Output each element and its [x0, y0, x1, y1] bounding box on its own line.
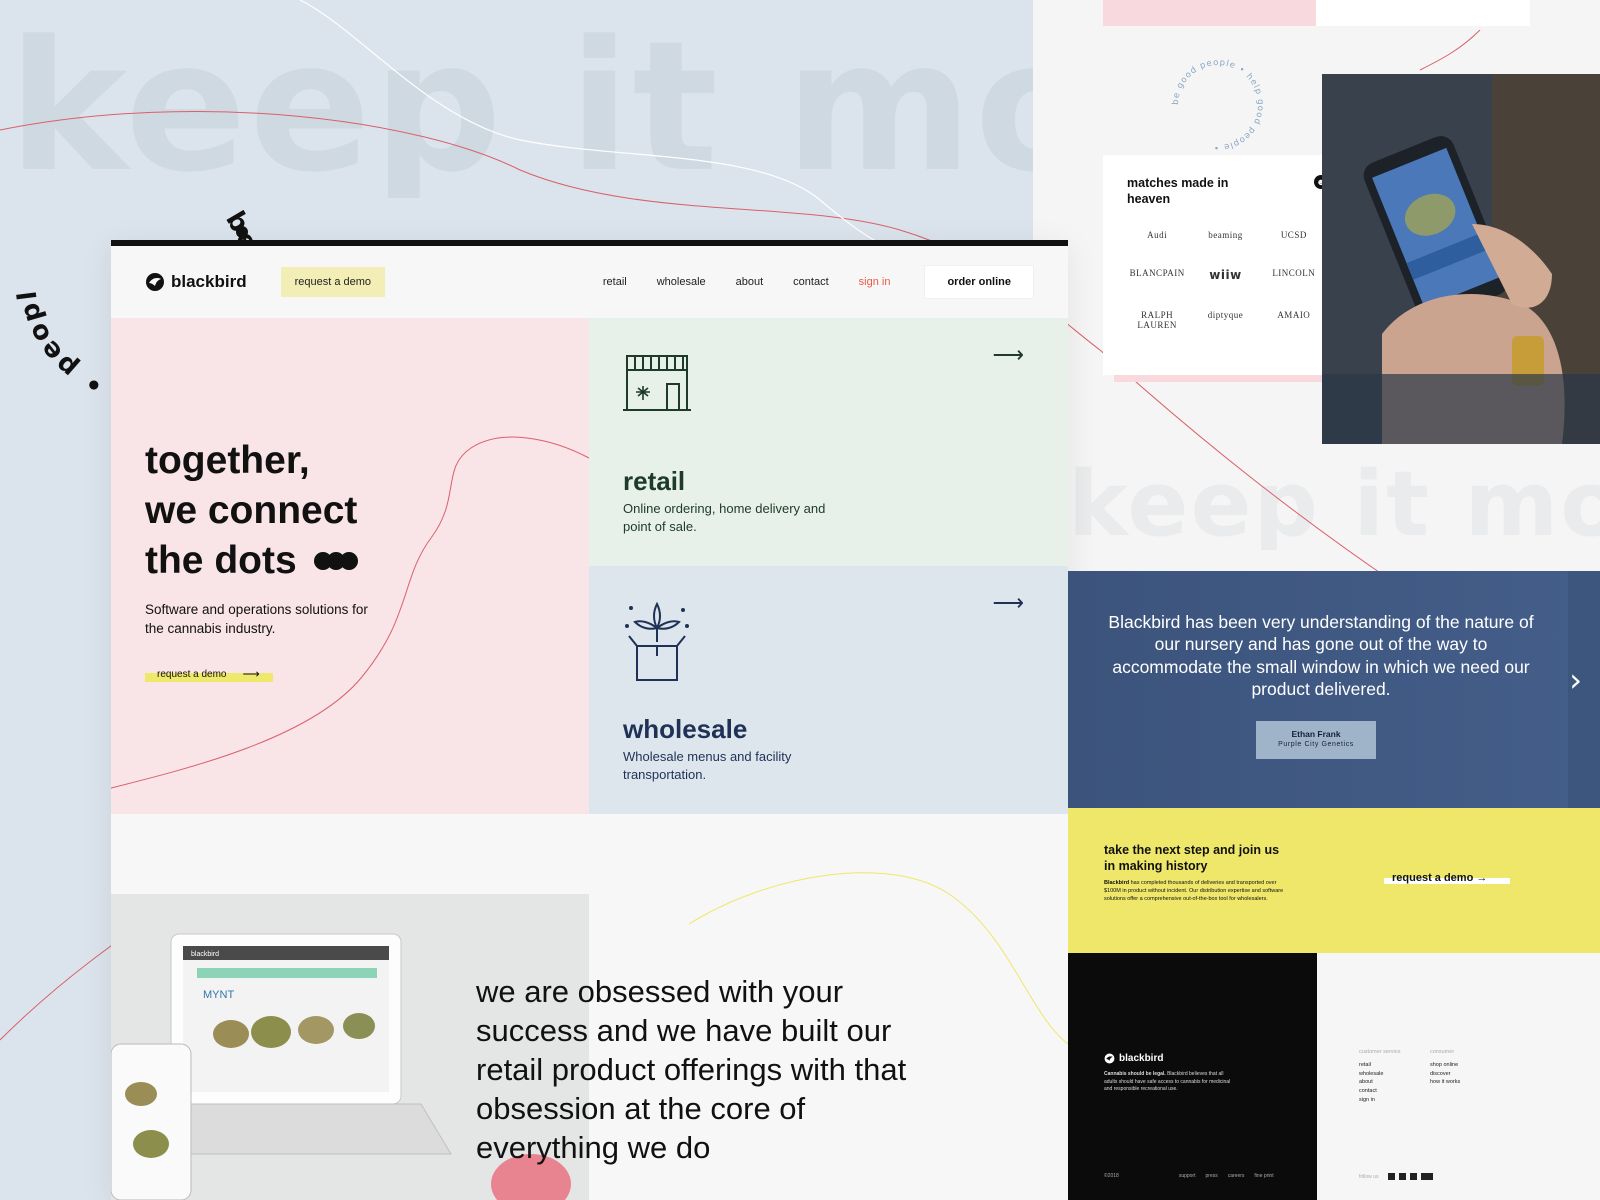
brand-lincoln: LINCOLN: [1272, 267, 1316, 278]
footer-col-consumer: consumer shop online discover how it wor…: [1430, 1048, 1460, 1087]
phone-in-hand-photo: [1322, 74, 1600, 444]
testimonial-author-company: Purple City Genetics: [1278, 741, 1354, 748]
footer-link-about[interactable]: about: [1359, 1078, 1401, 1087]
youtube-icon[interactable]: [1421, 1173, 1434, 1180]
nav-sign-in-link[interactable]: sign in: [859, 276, 891, 288]
svg-text:blackbird: blackbird: [191, 951, 219, 958]
hero-request-demo-button[interactable]: request a demo ⟶: [145, 666, 273, 682]
next-step-request-demo-button[interactable]: request a demo →: [1384, 872, 1510, 884]
twitter-icon[interactable]: [1399, 1173, 1407, 1180]
hero-section: together, we connect the dots Software a…: [111, 318, 1068, 814]
nav-link-contact[interactable]: contact: [793, 276, 828, 288]
main-nav: blackbird request a demo retail wholesal…: [111, 246, 1068, 318]
help-good-people-ring: be good people • help good people •: [1171, 58, 1265, 152]
footer-link-discover[interactable]: discover: [1430, 1070, 1460, 1079]
footer-copyright: ©2018: [1104, 1173, 1119, 1179]
wholesale-arrow-icon: ⟶: [992, 590, 1024, 615]
brand-ralph-lauren: RALPH LAUREN: [1137, 309, 1177, 330]
footer-link-fine-print[interactable]: fine print: [1254, 1173, 1273, 1179]
arrow-right-icon: ⟶: [242, 667, 260, 681]
footer-tagline: Cannabis should be legal. Blackbird beli…: [1104, 1071, 1234, 1094]
footer-bottom-links: ©2018 support press careers fine print: [1104, 1173, 1304, 1179]
obsessed-statement: we are obsessed with your success and we…: [476, 974, 907, 1166]
instagram-icon[interactable]: [1410, 1173, 1418, 1180]
box-leaf-icon: [625, 601, 689, 681]
footer-link-wholesale[interactable]: wholesale: [1359, 1070, 1401, 1079]
footer-brand-panel: blackbird Cannabis should be legal. Blac…: [1068, 953, 1317, 1200]
footer-link-press[interactable]: press: [1206, 1173, 1218, 1179]
nav-link-retail[interactable]: retail: [603, 276, 627, 288]
brand-name: blackbird: [171, 272, 247, 291]
wholesale-description: Wholesale menus and facility transportat…: [623, 749, 792, 783]
brand-logo-grid: Audi beaming UCSD BLANCPAIN wiiw LINCOLN…: [1127, 230, 1324, 330]
brand-ucsd: UCSD: [1280, 229, 1307, 240]
storefront-icon: [623, 355, 691, 411]
testimonial-section: Blackbird has been very understanding of…: [1068, 571, 1600, 808]
footer-link-sign-in[interactable]: sign in: [1359, 1096, 1401, 1105]
website-mockup: blackbird request a demo retail wholesal…: [111, 240, 1068, 1200]
next-step-section: take the next step and join us in making…: [1068, 808, 1600, 953]
footer-link-support[interactable]: support: [1179, 1173, 1196, 1179]
footer-brand-name: blackbird: [1119, 1053, 1164, 1064]
top-strip-pink: [1103, 0, 1316, 26]
svg-text:MYNT: MYNT: [203, 989, 234, 1001]
footer-link-retail[interactable]: retail: [1359, 1061, 1401, 1070]
testimonial-quote: Blackbird has been very understanding of…: [1108, 612, 1534, 700]
next-step-title: take the next step and join us in making…: [1104, 843, 1280, 874]
follow-us-label: follow us: [1359, 1173, 1379, 1180]
retail-arrow-icon: ⟶: [992, 342, 1024, 367]
retail-card[interactable]: ⟶ retail Online ordering, home delivery …: [589, 318, 1068, 566]
nav-link-about[interactable]: about: [736, 276, 764, 288]
brand-amaio: AMAIO: [1277, 309, 1311, 320]
next-step-body-lead: Blackbird: [1104, 880, 1130, 886]
nav-request-demo-button[interactable]: request a demo: [280, 267, 386, 297]
footer-link-how-it-works[interactable]: how it works: [1430, 1078, 1460, 1087]
retail-title: retail: [623, 466, 686, 496]
social-icons: [1388, 1173, 1434, 1180]
footer-logo[interactable]: blackbird: [1104, 1053, 1163, 1064]
next-step-body: Blackbird has completed thousands of del…: [1104, 880, 1286, 904]
brand-beaming: beaming: [1208, 229, 1243, 240]
order-online-button[interactable]: order online: [924, 265, 1034, 299]
brand-logo[interactable]: blackbird: [145, 272, 247, 292]
brand-audi: Audi: [1147, 229, 1168, 240]
hero-cta-label: request a demo: [157, 668, 227, 680]
testimonial-author-name: Ethan Frank: [1291, 729, 1341, 739]
footer-col-2-heading: consumer: [1430, 1049, 1455, 1055]
wholesale-card[interactable]: ⟶ wholesale Wholesale menus and facility…: [589, 566, 1068, 814]
wholesale-title: wholesale: [623, 714, 748, 744]
footer-tagline-lead: Cannabis should be legal.: [1104, 1071, 1166, 1077]
blackbird-logo-icon: [1104, 1053, 1115, 1064]
svg-text:be good people • help good peo: be good people • help good people •: [1171, 58, 1265, 152]
top-strip-white: [1316, 0, 1530, 26]
matches-card: matches made in heaven ☻ Audi beaming UC…: [1103, 155, 1348, 375]
obsessed-section: blackbird MYNT we are obsessed with your…: [111, 814, 1068, 1200]
hero-squiggle: [111, 436, 589, 789]
footer-col-1-heading: customer service: [1359, 1049, 1401, 1055]
nav-link-wholesale[interactable]: wholesale: [657, 276, 706, 288]
next-step-body-text: has completed thousands of deliveries an…: [1104, 880, 1284, 902]
blackbird-logo-icon: [146, 273, 164, 291]
footer-link-careers[interactable]: careers: [1228, 1173, 1245, 1179]
footer-follow-us: follow us: [1359, 1173, 1434, 1180]
watermark-right: keep it mov: [1068, 460, 1600, 550]
footer-links-panel: customer service retail wholesale about …: [1317, 953, 1600, 1200]
matches-title: matches made in heaven: [1127, 176, 1229, 207]
brand-blancpain: BLANCPAIN: [1129, 267, 1185, 278]
facebook-icon[interactable]: [1388, 1173, 1396, 1180]
phone-illustration: [1322, 74, 1600, 444]
brand-wiiw: wiiw: [1209, 267, 1242, 282]
nav-links: retail wholesale about contact sign in: [603, 276, 891, 288]
testimonial-author-badge: Ethan Frank Purple City Genetics: [1256, 721, 1376, 759]
footer-link-shop-online[interactable]: shop online: [1430, 1061, 1460, 1070]
hero-right-panel: ⟶ retail Online ordering, home delivery …: [589, 318, 1068, 814]
testimonial-overlay: Blackbird has been very understanding of…: [1068, 571, 1568, 808]
footer-col-customer-service: customer service retail wholesale about …: [1359, 1048, 1401, 1105]
chevron-right-icon[interactable]: ›: [1569, 661, 1582, 699]
hero-left-panel: together, we connect the dots Software a…: [111, 318, 589, 814]
brand-diptyque: diptyque: [1207, 309, 1244, 320]
footer-link-contact[interactable]: contact: [1359, 1087, 1401, 1096]
retail-description: Online ordering, home delivery and point…: [623, 501, 826, 535]
